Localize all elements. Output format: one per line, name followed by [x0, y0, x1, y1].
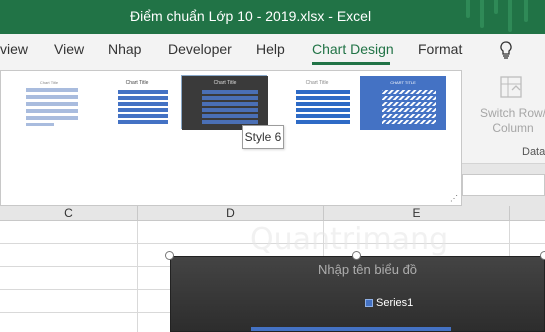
- switch-row-column-label-1: Switch Row/: [479, 106, 545, 120]
- column-header-c[interactable]: C: [0, 206, 138, 221]
- window-title: Điểm chuẩn Lớp 10 - 2019.xlsx - Excel: [130, 8, 372, 24]
- tab-chart-design[interactable]: Chart Design: [312, 41, 394, 57]
- title-bar: Điểm chuẩn Lớp 10 - 2019.xlsx - Excel: [0, 0, 545, 34]
- thumb-title: Chart Title: [214, 80, 237, 86]
- thumb-title: Chart Title: [40, 80, 59, 85]
- chart-style-thumb[interactable]: CHART TITLE: [359, 75, 446, 130]
- decor-bar: [466, 0, 470, 18]
- switch-row-column-label-2: Column: [492, 121, 534, 135]
- switch-row-column-icon: [498, 74, 526, 106]
- chart-series-bar[interactable]: [251, 327, 451, 331]
- ribbon-tabs: view View Nhap Developer Help Chart Desi…: [0, 34, 545, 66]
- formula-bar[interactable]: [462, 174, 545, 196]
- tab-format[interactable]: Format: [418, 41, 462, 57]
- chart-style-thumb[interactable]: Chart Title: [93, 75, 180, 130]
- decor-bar: [524, 0, 528, 22]
- tab-help[interactable]: Help: [256, 41, 285, 57]
- legend-label: Series1: [376, 297, 414, 309]
- chart-styles-gallery: Chart Title Chart Title Chart Title Char…: [0, 70, 462, 206]
- active-tab-indicator: [312, 62, 390, 65]
- tab-review[interactable]: view: [0, 41, 28, 57]
- data-group-label: Data: [522, 146, 545, 158]
- chart-style-thumb[interactable]: Chart Title: [5, 75, 92, 130]
- thumb-title: Chart Title: [126, 80, 149, 86]
- style-tooltip: Style 6: [242, 125, 284, 149]
- chart-style-thumb[interactable]: Chart Title: [273, 75, 360, 130]
- chart-legend[interactable]: Series1: [365, 297, 413, 309]
- thumb-title: CHART TITLE: [390, 80, 416, 85]
- resize-handle[interactable]: [165, 251, 174, 260]
- resize-handle[interactable]: [540, 251, 545, 260]
- tab-developer[interactable]: Developer: [168, 41, 232, 57]
- decor-bar: [508, 0, 512, 32]
- watermark: Quantrimang Nhập tên biểu đồ: [250, 222, 449, 277]
- legend-swatch: [365, 299, 373, 307]
- tab-nhap[interactable]: Nhap: [108, 41, 141, 57]
- decor-bar: [494, 0, 498, 14]
- column-header-e[interactable]: E: [324, 206, 510, 221]
- lightbulb-icon[interactable]: [498, 40, 514, 65]
- gallery-expand-icon[interactable]: ⋰: [450, 194, 458, 203]
- switch-row-column-button[interactable]: Switch Row/ Column: [478, 72, 545, 138]
- column-headers: C D E: [0, 206, 545, 221]
- watermark-tagline: Nhập tên biểu đồ: [318, 262, 418, 277]
- column-header-d[interactable]: D: [138, 206, 324, 221]
- tab-view[interactable]: View: [54, 41, 84, 57]
- decor-bar: [480, 0, 484, 28]
- chart-style-thumb-selected[interactable]: Chart Title: [181, 75, 268, 130]
- watermark-brand: Quantrimang: [250, 222, 449, 257]
- thumb-title: Chart Title: [306, 80, 329, 86]
